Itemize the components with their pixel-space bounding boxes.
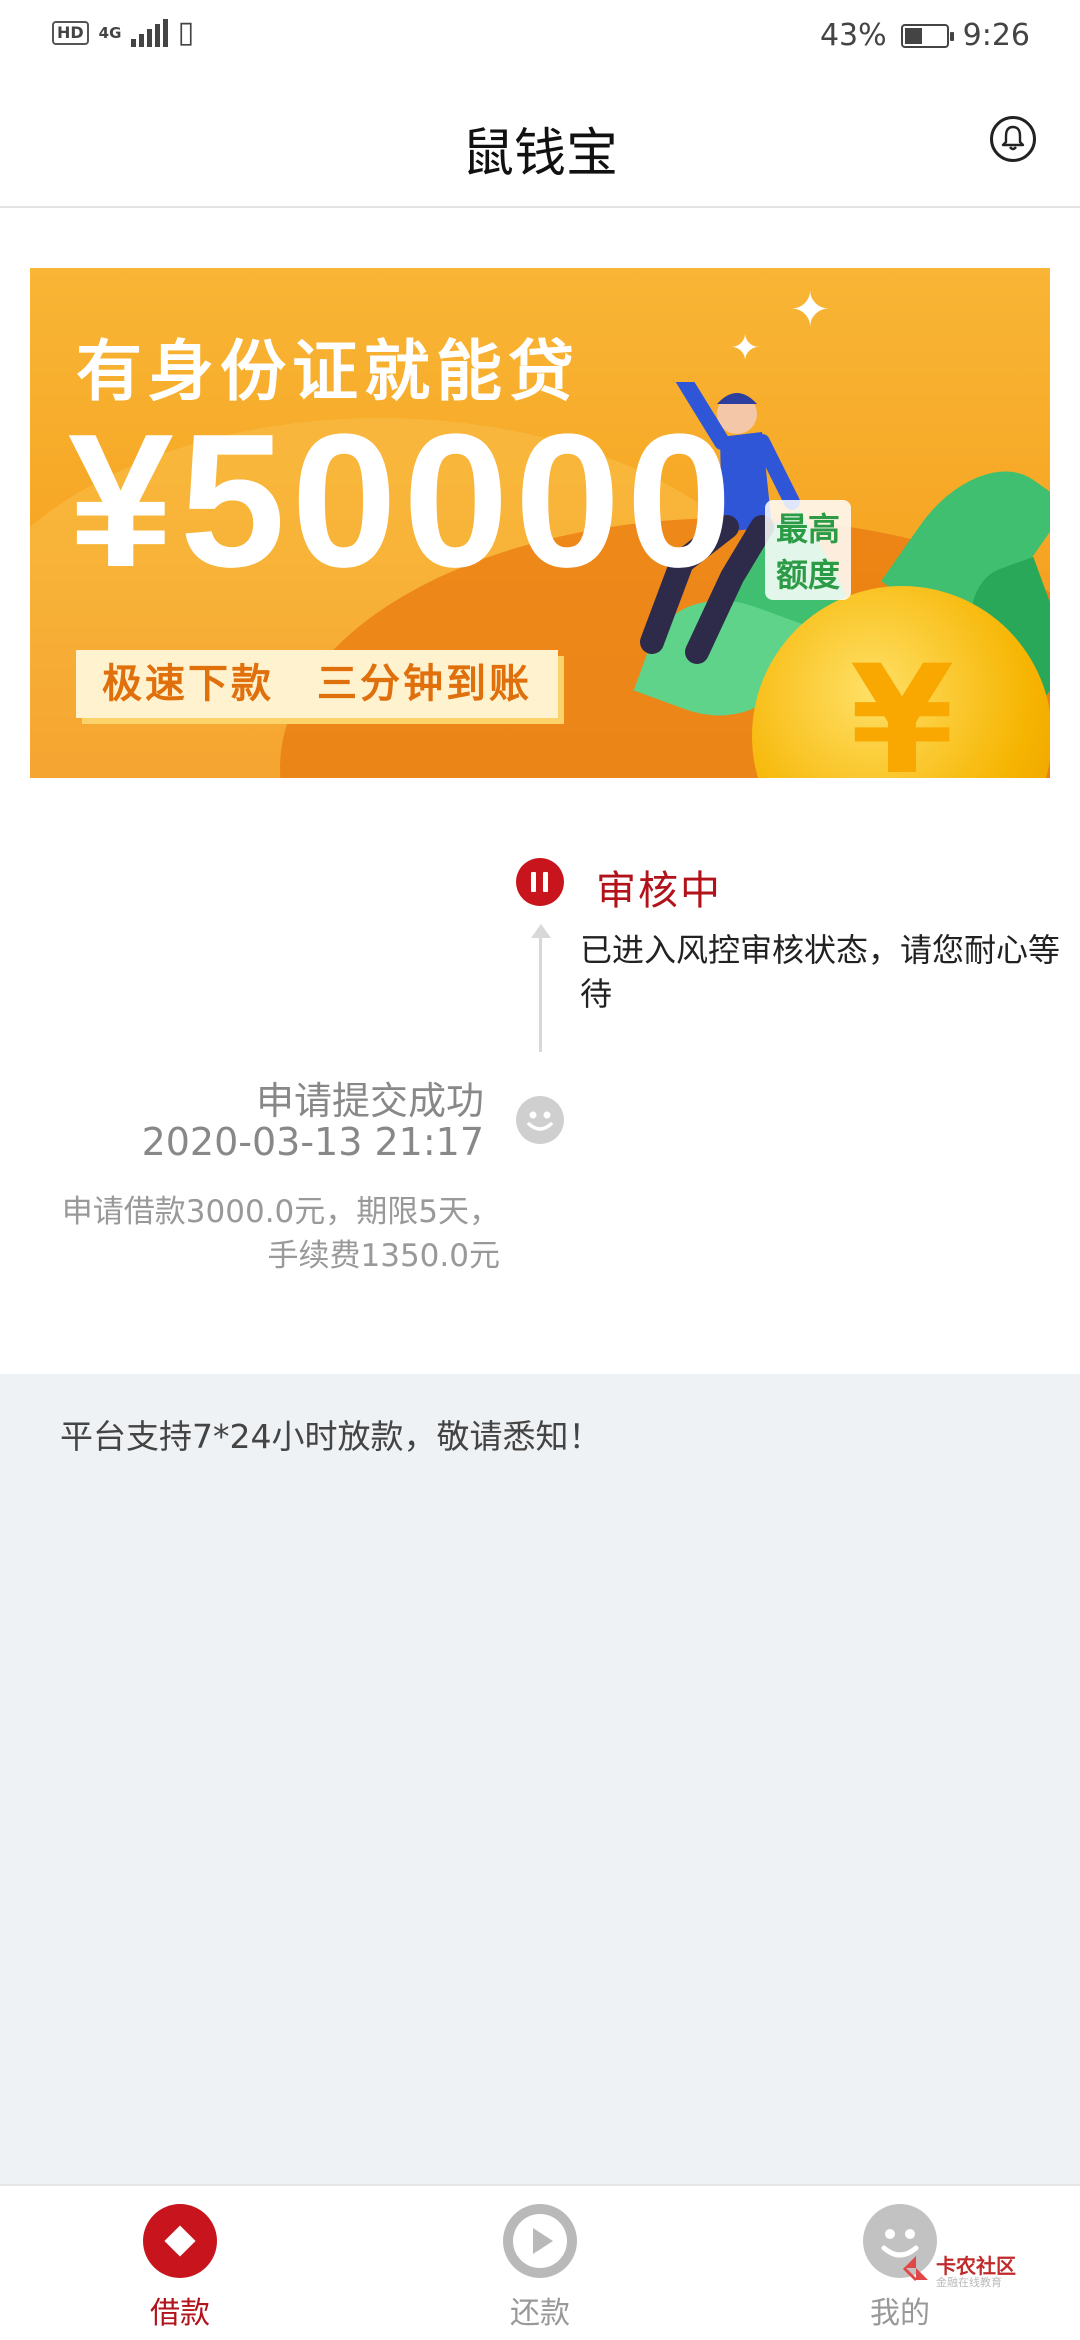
smile-icon [516, 1096, 564, 1144]
network-type: 4G [98, 24, 122, 42]
vibrate-icon: ▯ [177, 15, 195, 50]
banner-amount: ¥50000 [68, 395, 739, 607]
diamond-icon [143, 2204, 217, 2278]
sparkle-icon: ✦ [790, 282, 831, 338]
submit-description: 申请借款3000.0元，期限5天，手续费1350.0元 [61, 1194, 500, 1274]
promo-banner[interactable]: ¥ ✦ ✦ 有身份证就能贷 ¥50000 最高 额度 极速下款 三分钟到账 [30, 268, 1050, 778]
status-left: HD 4G ▯ [52, 18, 194, 48]
status-right: 43% 9:26 [820, 18, 1030, 53]
submit-title: 申请提交成功 [255, 1079, 484, 1123]
signal-icon [130, 19, 168, 47]
watermark: 卡农社区 金融在线教育 [900, 2250, 1050, 2290]
notice-area: 平台支持7*24小时放款，敬请悉知！ [0, 1374, 1080, 2184]
status-bar: HD 4G ▯ 43% 9:26 [0, 0, 1080, 75]
banner-badge: 最高 额度 [765, 500, 851, 600]
battery-icon [900, 23, 954, 48]
status-description: 已进入风控审核状态，请您耐心等待 [580, 931, 1061, 1013]
watermark-logo-icon [902, 2256, 928, 2282]
status-title: 审核中 [596, 868, 722, 914]
nav-label: 还款 [510, 2296, 570, 2331]
watermark-subtext: 金融在线教育 [936, 2276, 1002, 2289]
submit-time: 2020-03-13 21:17 [141, 1120, 484, 1164]
nav-label: 借款 [150, 2296, 210, 2331]
page-title: 鼠钱宝 [461, 124, 618, 184]
pause-icon [516, 858, 564, 906]
nav-label: 我的 [870, 2296, 930, 2331]
nav-borrow[interactable]: 借款 [80, 2204, 280, 2332]
app-header: 鼠钱宝 [0, 75, 1080, 208]
timeline-line [539, 930, 542, 1052]
bell-icon[interactable] [990, 116, 1036, 162]
hd-indicator: HD [52, 21, 89, 45]
notice-text: 平台支持7*24小时放款，敬请悉知！ [60, 1417, 602, 1456]
battery-percent: 43% [819, 18, 887, 53]
banner-tagline: 极速下款 三分钟到账 [76, 650, 558, 718]
nav-repay[interactable]: 还款 [440, 2204, 640, 2332]
sparkle-icon: ✦ [730, 328, 761, 369]
clock: 9:26 [962, 18, 1030, 53]
play-icon [503, 2204, 577, 2278]
